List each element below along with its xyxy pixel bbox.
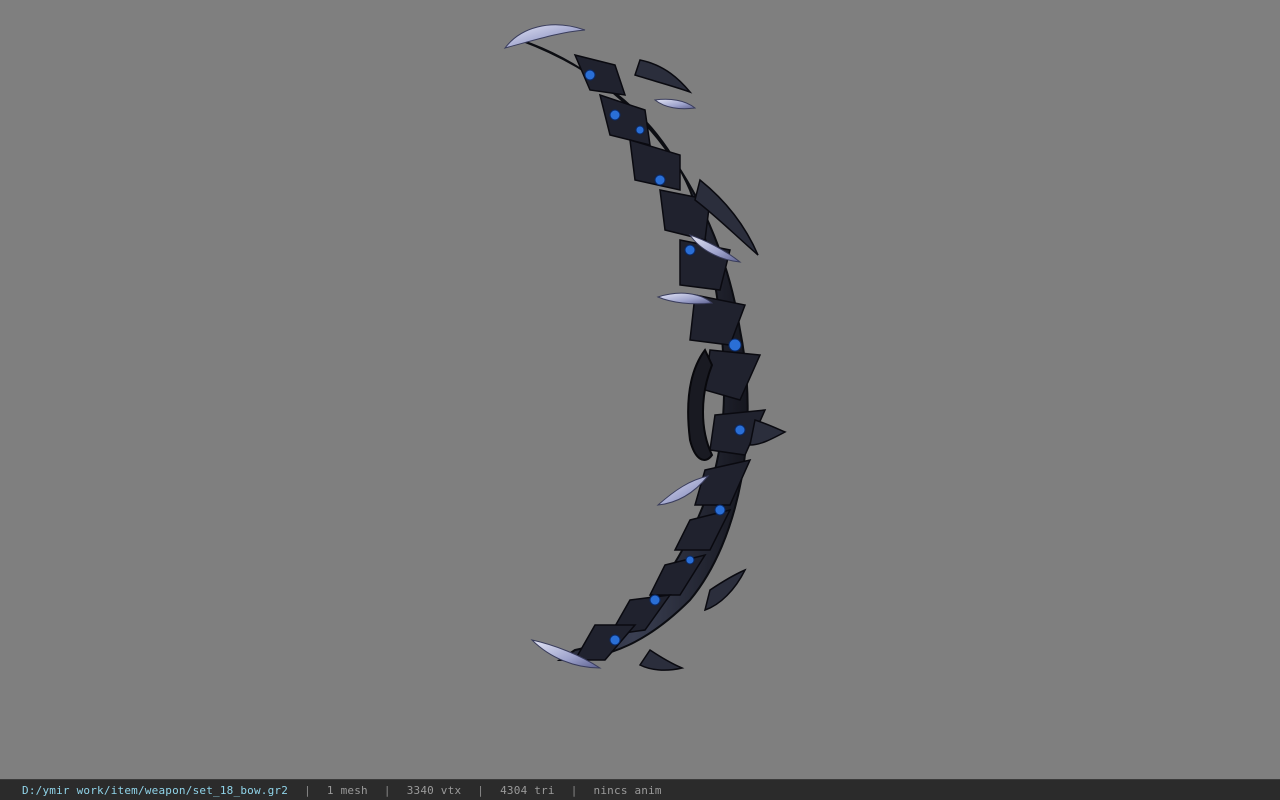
separator: | [570, 783, 578, 797]
separator: | [383, 783, 391, 797]
animation-status: nincs anim [593, 783, 662, 797]
bow-model [503, 24, 787, 671]
3d-viewport[interactable] [0, 0, 1280, 779]
bow-grip [687, 348, 714, 461]
vertex-count: 3340 vtx [406, 783, 462, 797]
triangle-count: 4304 tri [500, 783, 555, 797]
status-bar: D:/ymir work/item/weapon/set_18_bow.gr2 … [0, 779, 1280, 800]
separator: | [304, 783, 311, 797]
separator: | [477, 783, 485, 797]
mesh-count: 1 mesh [326, 783, 368, 797]
armor-segments [573, 53, 767, 661]
file-path: D:/ymir work/item/weapon/set_18_bow.gr2 [22, 783, 289, 797]
